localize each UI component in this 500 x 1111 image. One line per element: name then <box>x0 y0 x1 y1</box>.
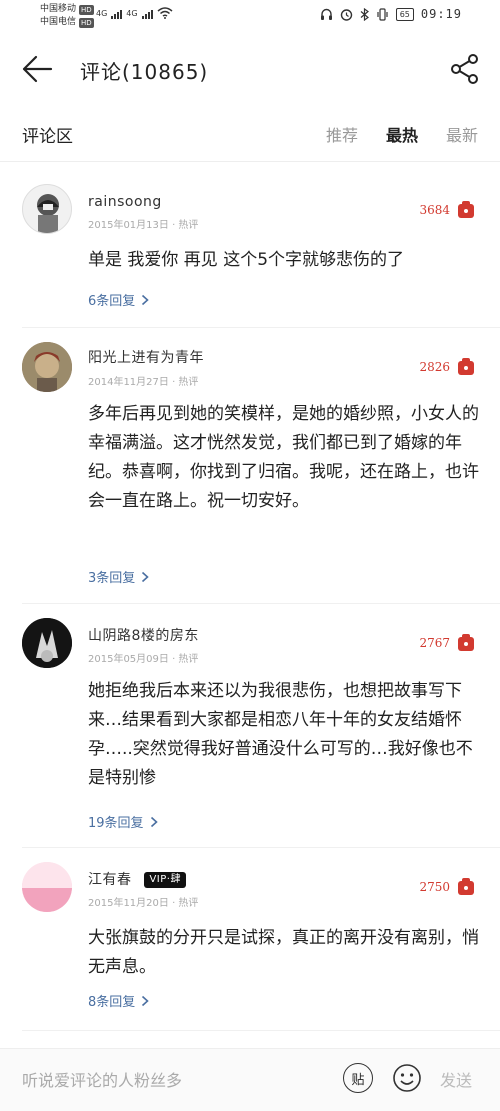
replies-count: 3条回复 <box>88 571 136 586</box>
replies-link[interactable]: 6条回复 <box>88 290 149 309</box>
replies-count: 6条回复 <box>88 294 136 309</box>
app-header: 评论(10865) <box>0 44 500 94</box>
carrier-1: 中国移动 <box>40 4 77 14</box>
sticker-button[interactable]: 贴 <box>343 1063 373 1093</box>
carrier-info: 中国移动 HD 中国电信 HD <box>40 3 94 29</box>
avatar[interactable] <box>22 862 72 912</box>
page-title: 评论(10865) <box>80 60 209 84</box>
back-arrow-icon <box>22 55 53 83</box>
comment-meta: 2015年11月20日 · 热评 <box>88 898 199 909</box>
avatar-image <box>22 618 72 668</box>
status-bar: 中国移动 HD 中国电信 HD 4G 4G 65 09:19 <box>0 0 500 34</box>
comment-section-header: 评论区 推荐 最热 最新 <box>0 112 500 156</box>
replies-count: 19条回复 <box>88 816 144 831</box>
like-count: 2826 <box>419 360 450 374</box>
avatar[interactable] <box>22 618 72 668</box>
network-type: 4G <box>96 8 108 18</box>
replies-link[interactable]: 3条回复 <box>88 567 149 586</box>
avatar[interactable] <box>22 184 72 234</box>
wifi-icon <box>157 7 173 19</box>
divider <box>0 161 500 162</box>
send-button[interactable]: 发送 <box>440 1067 472 1091</box>
username[interactable]: 阳光上进有为青年 <box>88 347 204 367</box>
like-count: 2767 <box>419 636 450 650</box>
carrier-2: 中国电信 <box>40 17 77 27</box>
status-right: 65 09:19 <box>320 7 462 21</box>
replies-link[interactable]: 19条回复 <box>88 812 158 831</box>
like-count: 3684 <box>419 203 450 217</box>
hd-badge: HD <box>79 4 94 15</box>
like-button[interactable]: 2767 <box>419 633 476 653</box>
like-icon <box>458 201 474 218</box>
comment-text: 她拒绝我后本来还以为我很悲伤，也想把故事写下来…结果看到大家都是相恋八年十年的女… <box>88 681 473 788</box>
sort-tabs: 推荐 最热 最新 <box>326 122 478 146</box>
replies-count: 8条回复 <box>88 995 136 1010</box>
like-button[interactable]: 3684 <box>419 200 476 220</box>
separator <box>22 847 500 848</box>
bluetooth-icon <box>360 7 369 21</box>
network-type: 4G <box>126 8 138 18</box>
headphones-icon <box>320 8 332 20</box>
share-button[interactable] <box>448 52 482 86</box>
clock: 09:19 <box>420 7 462 21</box>
comment-text: 多年后再见到她的笑模样，是她的婚纱照，小女人的幸福满溢。这才恍然发觉，我们都已到… <box>88 404 479 511</box>
avatar-image <box>22 862 72 912</box>
like-icon <box>458 878 474 895</box>
comment-text: 大张旗鼓的分开只是试探，真正的离开没有离别，悄无声息。 <box>88 928 479 977</box>
username[interactable]: 山阴路8楼的房东 <box>88 625 199 645</box>
comment-text: 单是 我爱你 再见 这个5个字就够悲伤的了 <box>88 250 405 270</box>
share-icon <box>451 54 478 84</box>
avatar-image <box>22 342 72 392</box>
replies-link[interactable]: 8条回复 <box>88 991 149 1010</box>
signal-icon <box>111 8 123 19</box>
comment-meta: 2015年05月09日 · 热评 <box>88 654 199 665</box>
like-count: 2750 <box>419 880 450 894</box>
signal-indicators: 4G 4G <box>96 7 173 19</box>
username[interactable]: 江有春 VIP·肆 <box>88 869 186 889</box>
hd-badge: HD <box>79 17 94 28</box>
tab-hottest[interactable]: 最热 <box>386 122 418 146</box>
username[interactable]: rainsoong <box>88 194 162 210</box>
emoji-button[interactable] <box>392 1063 422 1093</box>
comment-meta: 2015年01月13日 · 热评 <box>88 220 199 231</box>
chevron-right-icon <box>142 995 149 1006</box>
username-text: 江有春 <box>88 872 132 888</box>
avatar-image <box>37 194 59 233</box>
comment-input[interactable]: 听说爱评论的人粉丝多 <box>22 1067 322 1091</box>
avatar[interactable] <box>22 342 72 392</box>
like-button[interactable]: 2750 <box>419 877 476 897</box>
tab-recommended[interactable]: 推荐 <box>326 122 358 146</box>
chevron-right-icon <box>150 816 158 827</box>
like-button[interactable]: 2826 <box>419 357 476 377</box>
separator <box>22 603 500 604</box>
comment-meta: 2014年11月27日 · 热评 <box>88 377 199 388</box>
like-icon <box>458 634 474 651</box>
emoji-icon <box>393 1064 421 1092</box>
vibrate-icon <box>377 7 388 21</box>
chevron-right-icon <box>142 571 149 582</box>
vip-badge: VIP·肆 <box>144 872 186 888</box>
battery-indicator: 65 <box>395 7 414 21</box>
comment-input-bar: 听说爱评论的人粉丝多 贴 发送 <box>0 1048 500 1111</box>
tab-newest[interactable]: 最新 <box>446 122 478 146</box>
separator <box>22 1030 500 1031</box>
alarm-icon <box>340 8 352 21</box>
like-icon <box>458 358 474 375</box>
signal-icon <box>141 8 153 19</box>
separator <box>22 327 500 328</box>
chevron-right-icon <box>142 294 149 305</box>
section-title: 评论区 <box>22 127 73 147</box>
back-button[interactable] <box>20 52 60 86</box>
